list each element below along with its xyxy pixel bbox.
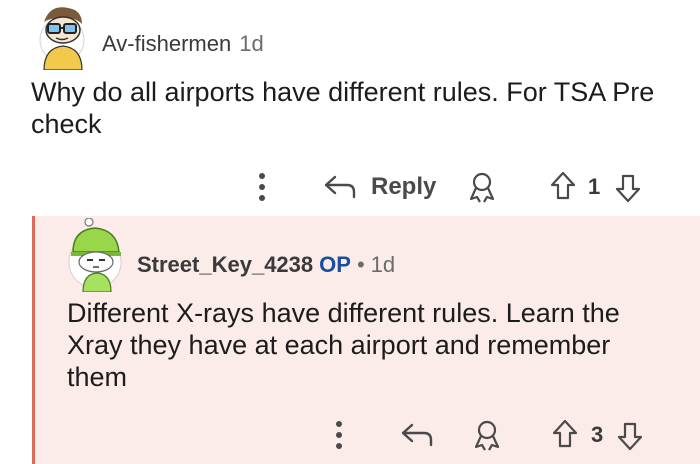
comment-parent: Av-fishermen 1d Why do all airports have … — [0, 0, 700, 216]
timestamp: 1d — [239, 31, 264, 56]
op-badge: OP — [319, 252, 351, 277]
username[interactable]: Av-fishermen — [102, 31, 231, 56]
timestamp: 1d — [370, 252, 396, 277]
reply-button[interactable]: Reply — [371, 169, 436, 205]
vote-count: 1 — [588, 174, 601, 199]
reply-arrow-icon[interactable] — [400, 420, 434, 450]
reply-arrow-icon[interactable] — [323, 172, 357, 202]
avatar[interactable] — [67, 218, 127, 292]
separator: • — [356, 252, 365, 277]
comment-actions: 3 — [35, 416, 700, 456]
award-icon[interactable] — [471, 418, 503, 452]
comment-body: Different X-rays have different rules. L… — [67, 298, 620, 392]
upvote-icon[interactable] — [550, 418, 580, 450]
downvote-icon[interactable] — [613, 172, 643, 204]
username[interactable]: Street_Key_4238 — [137, 252, 313, 277]
vote-count: 3 — [591, 422, 604, 447]
comment-reply: Street_Key_4238 OP • 1d Different X-rays ha… — [32, 216, 700, 464]
more-options-icon[interactable] — [329, 418, 349, 452]
comment-meta: Av-fishermen 1d — [102, 30, 264, 58]
more-options-icon[interactable] — [252, 170, 272, 204]
comment-body: Why do all airports have different rules… — [31, 77, 655, 139]
comment-actions: Reply 1 — [0, 168, 700, 208]
upvote-icon[interactable] — [548, 170, 578, 202]
comment-meta: Street_Key_4238 OP • 1d — [137, 251, 395, 279]
award-icon[interactable] — [466, 170, 498, 204]
downvote-icon[interactable] — [615, 420, 645, 452]
avatar[interactable] — [30, 0, 90, 70]
